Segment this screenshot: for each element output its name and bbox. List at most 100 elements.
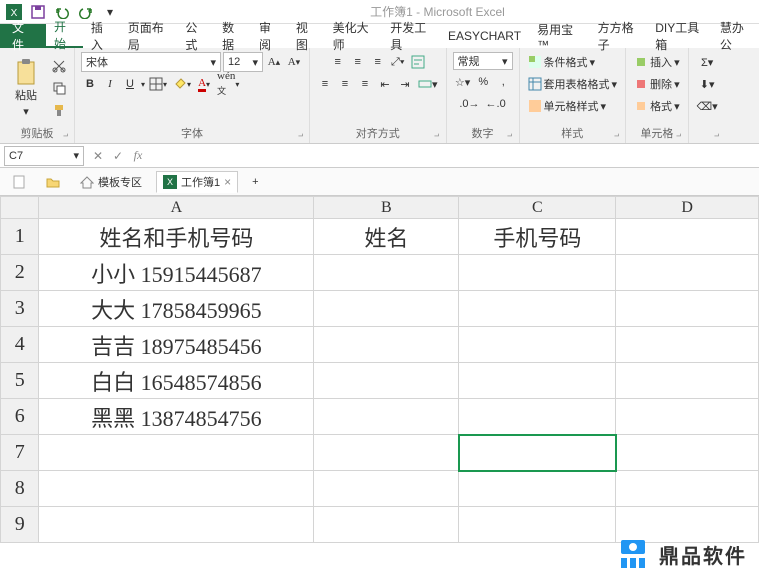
formula-input[interactable] <box>148 146 759 166</box>
cell[interactable] <box>314 471 459 507</box>
cell[interactable] <box>616 471 759 507</box>
row-header[interactable]: 4 <box>1 327 39 363</box>
ribbon-tab-12[interactable]: DIY工具箱 <box>647 24 712 48</box>
column-header[interactable]: D <box>616 197 759 219</box>
conditional-format-button[interactable]: 条件格式 ▾ <box>526 52 620 72</box>
enter-formula-button[interactable]: ✓ <box>108 146 128 166</box>
paste-button[interactable]: 粘贴 ▾ <box>6 58 46 118</box>
cell[interactable] <box>39 471 314 507</box>
row-header[interactable]: 9 <box>1 507 39 543</box>
comma-button[interactable]: , <box>494 72 512 92</box>
cell-styles-button[interactable]: 单元格样式 ▾ <box>526 96 620 116</box>
cell[interactable]: 小小 15915445687 <box>39 255 314 291</box>
column-header[interactable]: B <box>314 197 459 219</box>
insert-cells-button[interactable]: 插入 ▾ <box>632 52 682 72</box>
bold-button[interactable]: B <box>81 74 99 94</box>
align-right-button[interactable]: ≡ <box>356 74 374 94</box>
ribbon-tab-11[interactable]: 方方格子 <box>590 24 648 48</box>
select-all-corner[interactable] <box>1 197 39 219</box>
cell[interactable] <box>314 507 459 543</box>
cell[interactable] <box>616 327 759 363</box>
underline-button[interactable]: U <box>121 74 139 94</box>
cell[interactable] <box>39 507 314 543</box>
fill-button[interactable]: ⬇▾ <box>698 74 717 94</box>
cell[interactable] <box>459 255 616 291</box>
cell[interactable] <box>459 327 616 363</box>
cell[interactable] <box>459 507 616 543</box>
cell[interactable]: 姓名 <box>314 219 459 255</box>
font-color-button[interactable]: A▾ <box>195 74 213 94</box>
ribbon-tab-7[interactable]: 美化大师 <box>325 24 383 48</box>
align-bottom-button[interactable]: ≡ <box>369 52 387 72</box>
cell[interactable] <box>314 291 459 327</box>
row-header[interactable]: 5 <box>1 363 39 399</box>
cut-button[interactable] <box>50 56 68 76</box>
cell[interactable]: 白白 16548574856 <box>39 363 314 399</box>
cell[interactable] <box>314 399 459 435</box>
ribbon-tab-0[interactable]: 开始 <box>46 24 83 48</box>
percent-button[interactable]: % <box>474 72 492 92</box>
decrease-decimal-button[interactable]: ←.0 <box>484 94 508 114</box>
cell[interactable] <box>459 291 616 327</box>
row-header[interactable]: 2 <box>1 255 39 291</box>
cell[interactable]: 吉吉 18975485456 <box>39 327 314 363</box>
row-header[interactable]: 3 <box>1 291 39 327</box>
align-top-button[interactable]: ≡ <box>329 52 347 72</box>
ribbon-tab-8[interactable]: 开发工具 <box>382 24 440 48</box>
fx-button[interactable]: fx <box>128 146 148 166</box>
open-folder-tab[interactable] <box>40 173 66 191</box>
add-tab-button[interactable]: + <box>246 174 264 190</box>
ribbon-tab-1[interactable]: 插入 <box>83 24 120 48</box>
column-header[interactable]: A <box>39 197 314 219</box>
cell[interactable] <box>616 219 759 255</box>
name-box[interactable]: C7▾ <box>4 146 84 166</box>
copy-button[interactable] <box>50 78 68 98</box>
cancel-formula-button[interactable]: ✕ <box>88 146 108 166</box>
wrap-text-button[interactable] <box>409 52 427 72</box>
phonetic-button[interactable]: wén文▾ <box>215 74 241 94</box>
cell[interactable] <box>459 399 616 435</box>
table-format-button[interactable]: 套用表格格式 ▾ <box>526 74 620 94</box>
ribbon-tab-2[interactable]: 页面布局 <box>120 24 178 48</box>
borders-button[interactable]: ▾ <box>147 74 169 94</box>
delete-cells-button[interactable]: 删除 ▾ <box>632 74 682 94</box>
align-left-button[interactable]: ≡ <box>316 74 334 94</box>
align-center-button[interactable]: ≡ <box>336 74 354 94</box>
cell[interactable] <box>314 255 459 291</box>
increase-font-button[interactable]: A▴ <box>265 52 283 72</box>
ribbon-tab-3[interactable]: 公式 <box>177 24 214 48</box>
format-painter-button[interactable] <box>50 100 68 120</box>
align-middle-button[interactable]: ≡ <box>349 52 367 72</box>
increase-indent-button[interactable]: ⇥ <box>396 74 414 94</box>
spreadsheet-grid[interactable]: ABCD1姓名和手机号码姓名手机号码2小小 159154456873大大 178… <box>0 196 759 543</box>
cell[interactable]: 黑黑 13874854756 <box>39 399 314 435</box>
decrease-font-button[interactable]: A▾ <box>285 52 303 72</box>
cell[interactable] <box>314 327 459 363</box>
ribbon-tab-4[interactable]: 数据 <box>214 24 251 48</box>
merge-button[interactable]: ▾ <box>416 74 440 94</box>
cell[interactable] <box>616 255 759 291</box>
cell[interactable] <box>616 435 759 471</box>
font-size-combo[interactable]: 12▾ <box>223 52 263 72</box>
ribbon-tab-13[interactable]: 慧办公 <box>712 24 759 48</box>
cell[interactable] <box>459 363 616 399</box>
format-cells-button[interactable]: 格式 ▾ <box>632 96 682 116</box>
cell[interactable] <box>616 363 759 399</box>
cell[interactable]: 手机号码 <box>459 219 616 255</box>
currency-button[interactable]: ☆▾ <box>453 72 472 92</box>
cell[interactable] <box>616 291 759 327</box>
cell[interactable] <box>39 435 314 471</box>
ribbon-tab-10[interactable]: 易用宝 ™ <box>529 24 590 48</box>
ribbon-tab-9[interactable]: EASYCHART <box>440 24 529 48</box>
close-icon[interactable]: × <box>224 175 231 189</box>
file-tab[interactable]: 文件 <box>0 24 46 48</box>
fill-color-button[interactable]: ▾ <box>171 74 193 94</box>
ribbon-tab-5[interactable]: 审阅 <box>251 24 288 48</box>
clear-button[interactable]: ⌫▾ <box>695 96 720 116</box>
italic-button[interactable]: I <box>101 74 119 94</box>
row-header[interactable]: 1 <box>1 219 39 255</box>
template-tab[interactable]: 模板专区 <box>74 172 148 192</box>
autosum-button[interactable]: Σ▾ <box>698 52 716 72</box>
increase-decimal-button[interactable]: .0→ <box>457 94 481 114</box>
workbook1-tab[interactable]: X工作簿1× <box>156 171 238 193</box>
